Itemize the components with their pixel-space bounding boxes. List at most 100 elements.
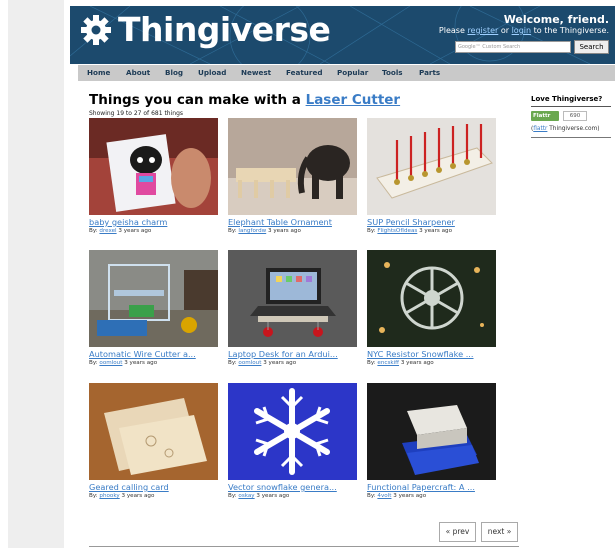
- wire-cutter-photo[interactable]: [89, 250, 218, 347]
- thing-title-link[interactable]: Automatic Wire Cutter a...: [89, 349, 219, 359]
- page-title: Things you can make with a Laser Cutter: [89, 92, 400, 108]
- flattr-button[interactable]: Flattr: [531, 111, 559, 121]
- thing-title-link[interactable]: Geared calling card: [89, 482, 219, 492]
- elephant-ornament-photo[interactable]: [228, 118, 357, 215]
- thing-card: Vector snowflake genera... By: oskay 3 y…: [228, 383, 358, 499]
- title-prefix: Things you can make with a: [89, 92, 306, 108]
- thing-age: 3 years ago: [263, 360, 297, 366]
- nav-item-featured[interactable]: Featured: [286, 68, 322, 77]
- thing-byline: By: oomlout 3 years ago: [89, 360, 219, 366]
- flattr-link[interactable]: flattr: [533, 126, 547, 132]
- footer-divider: [89, 546, 519, 547]
- thing-card: SUP Pencil Sharpener By: FlightsOfIdeas …: [367, 118, 497, 234]
- nav-item-blog[interactable]: Blog: [165, 68, 183, 77]
- author-link[interactable]: FlightsOfIdeas: [377, 228, 417, 234]
- thing-byline: By: FlightsOfIdeas 3 years ago: [367, 228, 497, 234]
- thing-title-link[interactable]: Elephant Table Ornament: [228, 217, 358, 227]
- resistor-snowflake-photo[interactable]: [367, 250, 496, 347]
- nav-item-parts[interactable]: Parts: [419, 68, 440, 77]
- divider: [531, 106, 611, 107]
- love-thingiverse-heading: Love Thingiverse?: [531, 95, 603, 103]
- thing-age: 3 years ago: [118, 228, 152, 234]
- by-label: By:: [367, 228, 378, 234]
- login-prefix: Please: [438, 26, 468, 35]
- site-header: Thingiverse Welcome, friend. Please regi…: [70, 6, 615, 64]
- geared-card-photo[interactable]: [89, 383, 218, 480]
- thing-age: 3 years ago: [400, 360, 434, 366]
- nav-item-popular[interactable]: Popular: [337, 68, 368, 77]
- nav-item-newest[interactable]: Newest: [241, 68, 271, 77]
- results-count: Showing 19 to 27 of 681 things: [89, 110, 183, 117]
- papercraft-box-photo[interactable]: [367, 383, 496, 480]
- author-link[interactable]: encskiff: [377, 360, 399, 366]
- thing-age: 3 years ago: [121, 493, 155, 499]
- author-link[interactable]: 4volt: [377, 493, 391, 499]
- thing-title-link[interactable]: NYC Resistor Snowflake ...: [367, 349, 497, 359]
- by-label: By:: [228, 493, 239, 499]
- author-link[interactable]: oskay: [238, 493, 254, 499]
- welcome-message: Welcome, friend.: [503, 13, 609, 26]
- author-link[interactable]: phooky: [99, 493, 119, 499]
- thing-byline: By: 4volt 3 years ago: [367, 493, 497, 499]
- right-sidebar: Love Thingiverse? Flattr 690 (flattr Thi…: [531, 95, 611, 138]
- thing-card: Elephant Table Ornament By: langfordw 3 …: [228, 118, 358, 234]
- pencil-sharpener-photo[interactable]: [367, 118, 496, 215]
- login-prompt: Please register or login to the Thingive…: [439, 26, 609, 35]
- next-page-button[interactable]: next »: [481, 522, 518, 542]
- thing-title-link[interactable]: Vector snowflake genera...: [228, 482, 358, 492]
- thing-title-link[interactable]: baby geisha charm: [89, 217, 219, 227]
- author-link[interactable]: drexel: [99, 228, 116, 234]
- author-link[interactable]: oomlout: [238, 360, 261, 366]
- laptop-desk-photo[interactable]: [228, 250, 357, 347]
- login-link[interactable]: login: [512, 26, 532, 35]
- nav-item-upload[interactable]: Upload: [198, 68, 226, 77]
- geisha-charm-photo[interactable]: [89, 118, 218, 215]
- divider: [531, 137, 611, 138]
- nav-item-home[interactable]: Home: [87, 68, 110, 77]
- or-text: or: [498, 26, 512, 35]
- thing-card: Automatic Wire Cutter a... By: oomlout 3…: [89, 250, 219, 366]
- by-label: By:: [367, 493, 378, 499]
- thing-byline: By: oskay 3 years ago: [228, 493, 358, 499]
- prev-page-button[interactable]: « prev: [439, 522, 476, 542]
- by-label: By:: [367, 360, 378, 366]
- author-link[interactable]: langfordw: [238, 228, 266, 234]
- thing-byline: By: drexel 3 years ago: [89, 228, 219, 234]
- main-nav: Home About Blog Upload Newest Featured P…: [78, 65, 615, 81]
- thing-title-link[interactable]: Functional Papercraft: A ...: [367, 482, 497, 492]
- flattr-widget: Flattr 690: [531, 111, 611, 122]
- by-label: By:: [89, 228, 100, 234]
- login-suffix: to the Thingiverse.: [531, 26, 609, 35]
- flattr-site-text: Thingiverse.com): [547, 126, 600, 132]
- thing-title-link[interactable]: SUP Pencil Sharpener: [367, 217, 497, 227]
- thing-byline: By: phooky 3 years ago: [89, 493, 219, 499]
- left-gutter: [8, 0, 64, 548]
- thing-age: 3 years ago: [267, 228, 301, 234]
- nav-item-about[interactable]: About: [126, 68, 150, 77]
- thing-card: NYC Resistor Snowflake ... By: encskiff …: [367, 250, 497, 366]
- gear-logo-icon: [81, 15, 111, 45]
- search-input[interactable]: Google™ Custom Search: [455, 41, 571, 53]
- laser-cutter-link[interactable]: Laser Cutter: [306, 92, 401, 108]
- site-logo-text[interactable]: Thingiverse: [118, 10, 331, 49]
- search-button[interactable]: Search: [574, 40, 609, 54]
- by-label: By:: [89, 360, 100, 366]
- by-label: By:: [228, 228, 239, 234]
- author-link[interactable]: oomlout: [99, 360, 122, 366]
- by-label: By:: [89, 493, 100, 499]
- thing-byline: By: oomlout 3 years ago: [228, 360, 358, 366]
- vector-snowflake-photo[interactable]: [228, 383, 357, 480]
- page: Thingiverse Welcome, friend. Please regi…: [0, 0, 615, 548]
- flattr-caption: (flattr Thingiverse.com): [531, 126, 611, 132]
- thing-age: 3 years ago: [419, 228, 452, 234]
- flattr-count: 690: [563, 111, 587, 121]
- thing-card: Functional Papercraft: A ... By: 4volt 3…: [367, 383, 497, 499]
- thing-title-link[interactable]: Laptop Desk for an Ardui...: [228, 349, 358, 359]
- thing-card: baby geisha charm By: drexel 3 years ago: [89, 118, 219, 234]
- thing-age: 3 years ago: [393, 493, 427, 499]
- thing-byline: By: encskiff 3 years ago: [367, 360, 497, 366]
- nav-item-tools[interactable]: Tools: [382, 68, 403, 77]
- thing-card: Laptop Desk for an Ardui... By: oomlout …: [228, 250, 358, 366]
- register-link[interactable]: register: [467, 26, 498, 35]
- thing-age: 3 years ago: [124, 360, 158, 366]
